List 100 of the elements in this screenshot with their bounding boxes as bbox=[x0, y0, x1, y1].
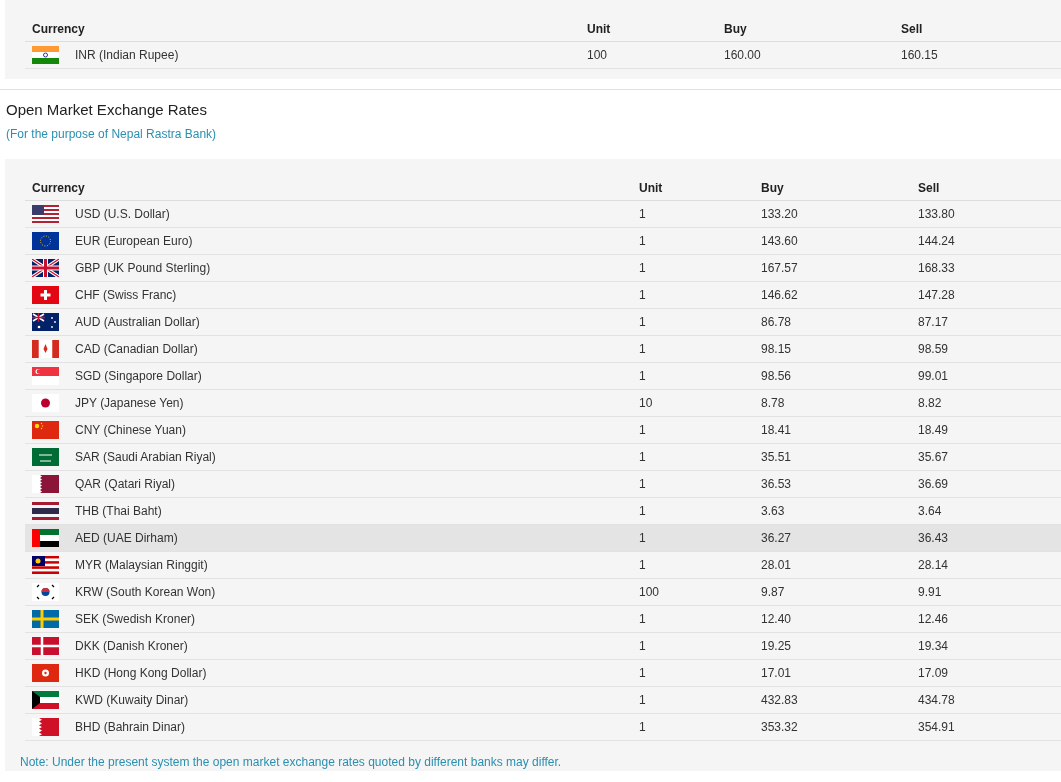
table-cell-text: 8.82 bbox=[918, 395, 943, 412]
flag-icon bbox=[32, 46, 59, 64]
section-title: Open Market Exchange Rates bbox=[6, 100, 208, 120]
flag-icon bbox=[32, 691, 59, 709]
table-cell-text: 12.40 bbox=[761, 611, 793, 628]
table-cell-text: 1 bbox=[639, 503, 647, 520]
flag-icon bbox=[32, 529, 59, 547]
table-cell-text: CNY (Chinese Yuan) bbox=[75, 422, 186, 439]
table-cell-text: 1 bbox=[639, 638, 647, 655]
table-cell-text: THB (Thai Baht) bbox=[75, 503, 162, 520]
table-cell-text: USD (U.S. Dollar) bbox=[75, 206, 170, 223]
table-cell-text: AUD (Australian Dollar) bbox=[75, 314, 200, 331]
table-cell-text: 18.41 bbox=[761, 422, 793, 439]
table-cell-text: JPY (Japanese Yen) bbox=[75, 395, 184, 412]
table-cell-text: 1 bbox=[639, 422, 647, 439]
column-header: Currency bbox=[32, 180, 86, 197]
table-cell-text: 353.32 bbox=[761, 719, 799, 736]
table-cell-text: QAR (Qatari Riyal) bbox=[75, 476, 175, 493]
table-cell-text: 12.46 bbox=[918, 611, 950, 628]
table-cell-text: 168.33 bbox=[918, 260, 956, 277]
table-cell-text: 147.28 bbox=[918, 287, 956, 304]
flag-icon bbox=[32, 583, 59, 601]
flag-icon bbox=[32, 610, 59, 628]
table-cell-text: KRW (South Korean Won) bbox=[75, 584, 216, 601]
table-cell-text: HKD (Hong Kong Dollar) bbox=[75, 665, 207, 682]
table-cell-text: 17.01 bbox=[761, 665, 793, 682]
table-cell-text: 1 bbox=[639, 368, 647, 385]
flag-icon bbox=[32, 556, 59, 574]
column-header: Sell bbox=[901, 21, 924, 38]
table-cell-text: 100 bbox=[587, 47, 609, 64]
table-cell-text: 1 bbox=[639, 260, 647, 277]
table-cell-text: INR (Indian Rupee) bbox=[75, 47, 179, 64]
flag-icon bbox=[32, 637, 59, 655]
table-cell-text: 36.43 bbox=[918, 530, 950, 547]
flag-icon bbox=[32, 313, 59, 331]
column-header: Buy bbox=[724, 21, 748, 38]
table-cell-text: 160.00 bbox=[724, 47, 762, 64]
table-cell-text: 1 bbox=[639, 692, 647, 709]
table-cell-text: 133.80 bbox=[918, 206, 956, 223]
table-cell-text: 8.78 bbox=[761, 395, 786, 412]
column-header: Unit bbox=[587, 21, 612, 38]
table-cell-text: DKK (Danish Kroner) bbox=[75, 638, 188, 655]
table-cell-text: 1 bbox=[639, 206, 647, 223]
flag-icon bbox=[32, 340, 59, 358]
table-cell-text: 17.09 bbox=[918, 665, 950, 682]
table-cell-text: 10 bbox=[639, 395, 654, 412]
table-cell-text: 1 bbox=[639, 530, 647, 547]
flag-icon bbox=[32, 664, 59, 682]
section-subtitle: (For the purpose of Nepal Rastra Bank) bbox=[6, 126, 218, 143]
flag-icon bbox=[32, 502, 59, 520]
table-cell-text: SAR (Saudi Arabian Riyal) bbox=[75, 449, 216, 466]
flag-icon bbox=[32, 286, 59, 304]
table-cell-text: 434.78 bbox=[918, 692, 956, 709]
table-cell-text: 160.15 bbox=[901, 47, 939, 64]
flag-icon bbox=[32, 475, 59, 493]
flag-icon bbox=[32, 448, 59, 466]
table-cell-text: KWD (Kuwaity Dinar) bbox=[75, 692, 189, 709]
table-cell-text: 1 bbox=[639, 719, 647, 736]
column-header: Currency bbox=[32, 21, 86, 38]
table-cell-text: 100 bbox=[639, 584, 661, 601]
table-cell-text: 28.01 bbox=[761, 557, 793, 574]
table-cell-text: BHD (Bahrain Dinar) bbox=[75, 719, 186, 736]
flag-icon bbox=[32, 421, 59, 439]
table-cell-text: 35.67 bbox=[918, 449, 950, 466]
column-header: Sell bbox=[918, 180, 941, 197]
table-cell-text: AED (UAE Dirham) bbox=[75, 530, 178, 547]
table-cell-text: GBP (UK Pound Sterling) bbox=[75, 260, 211, 277]
table-cell-text: 354.91 bbox=[918, 719, 956, 736]
table-cell-text: 28.14 bbox=[918, 557, 950, 574]
table-cell-text: 146.62 bbox=[761, 287, 799, 304]
flag-icon bbox=[32, 367, 59, 385]
table-cell-text: 98.56 bbox=[761, 368, 793, 385]
table-cell-text: 19.25 bbox=[761, 638, 793, 655]
flag-icon bbox=[32, 259, 59, 277]
column-header: Buy bbox=[761, 180, 785, 197]
table-cell-text: CHF (Swiss Franc) bbox=[75, 287, 177, 304]
table-cell-text: 18.49 bbox=[918, 422, 950, 439]
table-cell-text: 1 bbox=[639, 611, 647, 628]
flag-icon bbox=[32, 718, 59, 736]
table-cell-text: 1 bbox=[639, 341, 647, 358]
flag-icon bbox=[32, 394, 59, 412]
table-cell-text: CAD (Canadian Dollar) bbox=[75, 341, 198, 358]
table-cell-text: 1 bbox=[639, 476, 647, 493]
table-cell-text: 36.27 bbox=[761, 530, 793, 547]
table-cell-text: MYR (Malaysian Ringgit) bbox=[75, 557, 208, 574]
table-cell-text: 36.69 bbox=[918, 476, 950, 493]
table-cell-text: 9.91 bbox=[918, 584, 943, 601]
table-cell-text: EUR (European Euro) bbox=[75, 233, 193, 250]
table-cell-text: 3.64 bbox=[918, 503, 943, 520]
note-text: Note: Under the present system the open market exchange rates quoted by different banks may differ. bbox=[19, 754, 563, 771]
column-header: Unit bbox=[639, 180, 664, 197]
table-cell-text: 98.59 bbox=[918, 341, 950, 358]
table-cell-text: SGD (Singapore Dollar) bbox=[75, 368, 202, 385]
table-cell-text: 133.20 bbox=[761, 206, 799, 223]
table-cell-text: 167.57 bbox=[761, 260, 799, 277]
table-cell-text: 3.63 bbox=[761, 503, 786, 520]
table-cell-text: 19.34 bbox=[918, 638, 950, 655]
table-cell-text: 87.17 bbox=[918, 314, 950, 331]
table-cell-text: 1 bbox=[639, 314, 647, 331]
table-cell-text: SEK (Swedish Kroner) bbox=[75, 611, 196, 628]
